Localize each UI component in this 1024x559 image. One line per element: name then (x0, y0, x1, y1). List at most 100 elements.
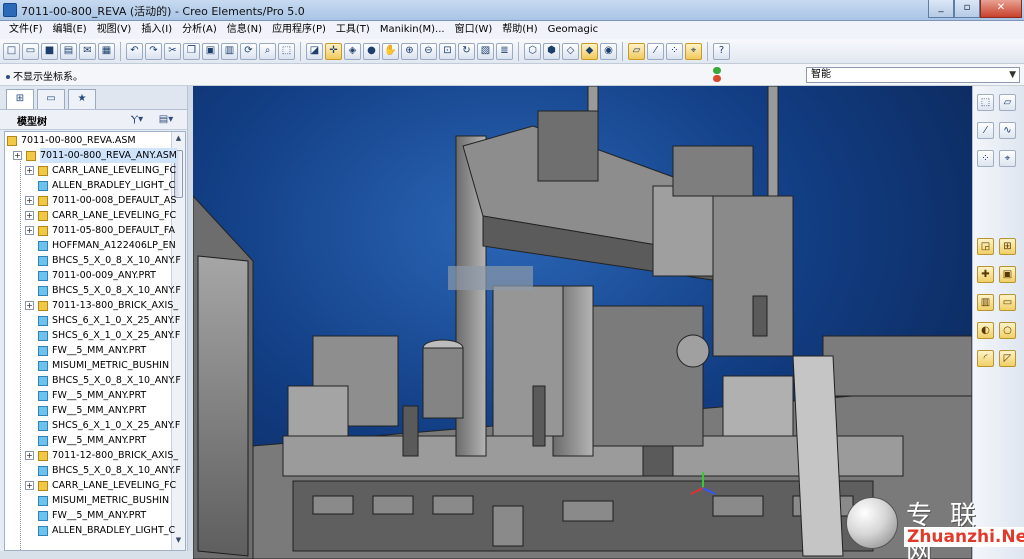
save-icon[interactable]: ■ (41, 42, 58, 60)
menu-item-10[interactable]: 帮助(H) (497, 21, 542, 39)
tree-item[interactable]: BHCS_5_X_0_8_X_10_ANY.F (25, 373, 181, 388)
menu-item-8[interactable]: Manikin(M)... (375, 21, 450, 39)
layers-icon[interactable]: ≣ (496, 42, 513, 60)
tree-item[interactable]: ALLEN_BRADLEY_LIGHT_C (25, 523, 175, 538)
tree-item[interactable]: FW__5_MM_ANY.PRT (25, 388, 146, 403)
orient-mode-icon[interactable]: ◈ (344, 42, 361, 60)
tree-item[interactable]: SHCS_6_X_1_0_X_25_ANY.F (25, 418, 180, 433)
repeat-component-icon[interactable]: ▥ (977, 294, 994, 311)
tree-item[interactable]: FW__5_MM_ANY.PRT (25, 508, 146, 523)
expand-icon[interactable]: + (25, 211, 34, 220)
spin-center-icon[interactable]: ✛ (325, 42, 342, 60)
datum-planes-icon[interactable]: ▱ (628, 42, 645, 60)
print-icon[interactable]: ▤ (60, 42, 77, 60)
appearance-ball-icon[interactable]: ● (363, 42, 380, 60)
tree-item[interactable]: FW__5_MM_ANY.PRT (25, 433, 146, 448)
pan-hand-icon[interactable]: ✋ (382, 42, 399, 60)
selection-filter-dropdown[interactable]: 智能 ▼ (806, 67, 1020, 83)
chamfer-icon[interactable]: ◸ (999, 350, 1016, 367)
tree-item[interactable]: +7011-00-800_REVA_ANY.ASM (13, 148, 177, 163)
regenerate-icon[interactable]: ⟳ (240, 42, 257, 60)
tree-item[interactable]: MISUMI_METRIC_BUSHIN (25, 493, 169, 508)
expand-icon[interactable]: + (25, 226, 34, 235)
tree-item[interactable]: BHCS_5_X_0_8_X_10_ANY.F (25, 253, 181, 268)
tree-item[interactable]: FW__5_MM_ANY.PRT (25, 343, 146, 358)
saved-views-icon[interactable]: ▧ (477, 42, 494, 60)
context-help-icon[interactable]: ? (713, 42, 730, 60)
datum-axis-tool-icon[interactable]: ▱ (999, 94, 1016, 111)
expand-icon[interactable]: + (25, 451, 34, 460)
undo-icon[interactable]: ↶ (126, 42, 143, 60)
datum-plane-tool-icon[interactable]: ⬚ (977, 94, 994, 111)
no-hidden-icon[interactable]: ◇ (562, 42, 579, 60)
tree-item[interactable]: BHCS_5_X_0_8_X_10_ANY.F (25, 463, 181, 478)
expand-icon[interactable]: + (25, 481, 34, 490)
sketch-tool-icon[interactable]: ⁄ (977, 122, 994, 139)
select-box-icon[interactable]: ⬚ (278, 42, 295, 60)
menu-item-9[interactable]: 窗口(W) (450, 21, 498, 39)
redo-icon[interactable]: ↷ (145, 42, 162, 60)
open-folder-icon[interactable]: ▭ (22, 42, 39, 60)
reorient-icon[interactable]: ↻ (458, 42, 475, 60)
send-mail-icon[interactable]: ✉ (79, 42, 96, 60)
round-icon[interactable]: ◜ (977, 350, 994, 367)
tree-item[interactable]: +7011-13-800_BRICK_AXIS_ (25, 298, 178, 313)
settings-icon[interactable]: Ⲩ▾ (126, 112, 148, 128)
tree-item[interactable]: FW__5_MM_ANY.PRT (25, 403, 146, 418)
enhanced-realism-icon[interactable]: ◉ (600, 42, 617, 60)
scroll-up-icon[interactable]: ▲ (173, 134, 184, 146)
tree-item[interactable]: +7011-12-800_BRICK_AXIS_ (25, 448, 178, 463)
package-icon[interactable]: ▣ (999, 266, 1016, 283)
refit-icon[interactable]: ⊡ (439, 42, 456, 60)
cut-icon[interactable]: ✂ (164, 42, 181, 60)
tree-item[interactable]: BHCS_5_X_0_8_X_10_ANY.F (25, 283, 181, 298)
tree-item[interactable]: ALLEN_BRADLEY_LIGHT_C (25, 178, 175, 193)
zoom-out-icon[interactable]: ⊖ (420, 42, 437, 60)
folder-browser-tab-icon[interactable]: ▭ (37, 89, 65, 109)
print-preview-icon[interactable]: ▦ (98, 42, 115, 60)
minimize-button[interactable]: _ (928, 0, 954, 18)
menu-item-7[interactable]: 工具(T) (331, 21, 375, 39)
repaint-icon[interactable]: ◪ (306, 42, 323, 60)
tree-item[interactable]: + CARR_LANE_LEVELING_FC (25, 208, 176, 223)
hidden-line-icon[interactable]: ⬢ (543, 42, 560, 60)
maximize-button[interactable]: ▫ (954, 0, 980, 18)
menu-item-0[interactable]: 文件(F) (4, 21, 48, 39)
tree-item[interactable]: HOFFMAN_A122406LP_EN (25, 238, 176, 253)
tree-item[interactable]: SHCS_6_X_1_0_X_25_ANY.F (25, 328, 180, 343)
regen-status-icon[interactable] (713, 67, 721, 82)
datum-points-icon[interactable]: ⁘ (666, 42, 683, 60)
assemble-icon[interactable]: ⊞ (999, 238, 1016, 255)
new-file-icon[interactable]: □ (3, 42, 20, 60)
datum-point-icon[interactable]: ⁘ (977, 150, 994, 167)
expand-icon[interactable]: + (25, 301, 34, 310)
tree-root[interactable]: 7011-00-800_REVA.ASM (7, 133, 136, 148)
expand-icon[interactable]: + (25, 166, 34, 175)
tree-item[interactable]: + CARR_LANE_LEVELING_FC (25, 163, 176, 178)
tree-item[interactable]: + CARR_LANE_LEVELING_FC (25, 478, 176, 493)
find-icon[interactable]: ⌕ (259, 42, 276, 60)
menu-item-6[interactable]: 应用程序(P) (267, 21, 331, 39)
favorites-tab-icon[interactable]: ★ (68, 89, 96, 109)
model-tree-tab-icon[interactable]: ⊞ (6, 89, 34, 109)
menu-item-3[interactable]: 插入(I) (136, 21, 177, 39)
menu-item-4[interactable]: 分析(A) (177, 21, 222, 39)
tree-item[interactable]: +7011-00-008_DEFAULT_AS (25, 193, 176, 208)
create-component-icon[interactable]: ✚ (977, 266, 994, 283)
paste-special-icon[interactable]: ▥ (221, 42, 238, 60)
tree-item[interactable]: 7011-00-009_ANY.PRT (25, 268, 156, 283)
menu-item-1[interactable]: 编辑(E) (48, 21, 92, 39)
coordinate-system-tool-icon[interactable]: ⌖ (999, 150, 1016, 167)
tree-item[interactable]: +7011-05-800_DEFAULT_FA (25, 223, 175, 238)
graphics-window[interactable] (193, 86, 972, 559)
datum-axes-icon[interactable]: ⁄ (647, 42, 664, 60)
menu-item-2[interactable]: 视图(V) (92, 21, 137, 39)
copy-icon[interactable]: ❐ (183, 42, 200, 60)
analysis-feature-icon[interactable]: ◲ (977, 238, 994, 255)
tree-item[interactable]: MISUMI_METRIC_BUSHIN (25, 358, 169, 373)
extrude-icon[interactable]: ▭ (999, 294, 1016, 311)
expand-icon[interactable]: + (13, 151, 22, 160)
hole-icon[interactable]: ○ (999, 322, 1016, 339)
menu-item-5[interactable]: 信息(N) (222, 21, 267, 39)
coordinate-systems-icon[interactable]: ⌖ (685, 42, 702, 60)
